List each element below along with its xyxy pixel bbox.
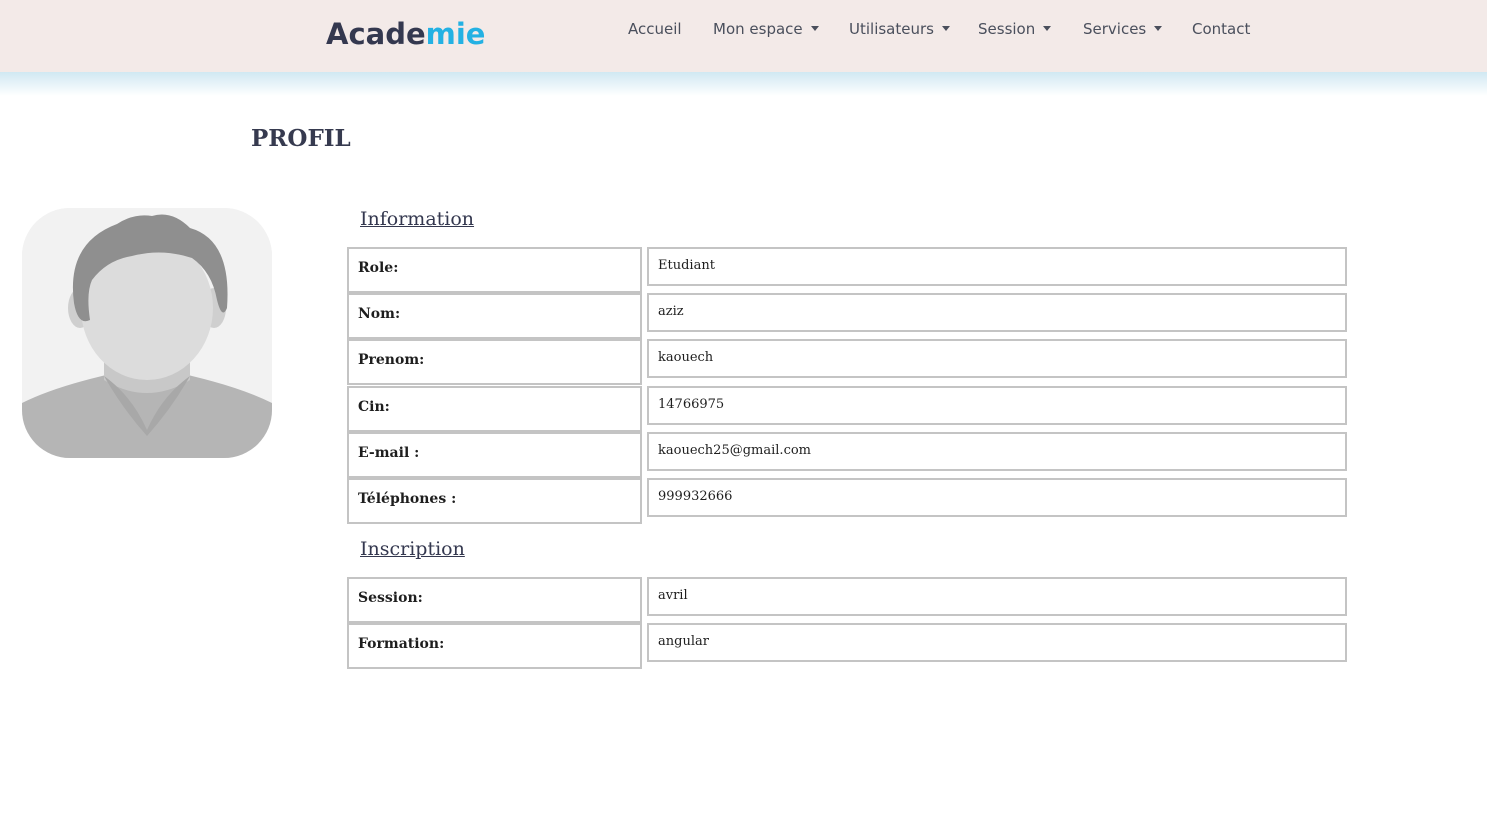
nav-item-utilisateurs[interactable]: Utilisateurs bbox=[849, 18, 950, 40]
nav-item-label: Accueil bbox=[628, 20, 682, 38]
role-label: Role: bbox=[347, 247, 642, 293]
role-value: Etudiant bbox=[647, 247, 1347, 286]
telephones-value: 999932666 bbox=[647, 478, 1347, 517]
navbar-shadow bbox=[0, 72, 1487, 96]
nav-item-accueil[interactable]: Accueil bbox=[628, 18, 682, 40]
nom-label: Nom: bbox=[347, 293, 642, 339]
page-title: PROFIL bbox=[251, 125, 351, 152]
nav-item-label: Contact bbox=[1192, 20, 1251, 38]
caret-down-icon bbox=[1043, 26, 1052, 31]
inscription-heading: Inscription bbox=[360, 538, 465, 560]
cin-label: Cin: bbox=[347, 386, 642, 432]
default-user-avatar-icon bbox=[22, 208, 272, 458]
formation-label: Formation: bbox=[347, 623, 642, 669]
nav-item-mon-espace[interactable]: Mon espace bbox=[713, 18, 819, 40]
brand-name-part2: mie bbox=[425, 17, 486, 51]
session-label: Session: bbox=[347, 577, 642, 623]
prenom-value: kaouech bbox=[647, 339, 1347, 378]
nav-item-label: Session bbox=[978, 20, 1036, 38]
nav-item-session[interactable]: Session bbox=[978, 18, 1052, 40]
nav-item-contact[interactable]: Contact bbox=[1192, 18, 1250, 40]
brand-name-part1: Acade bbox=[326, 17, 426, 51]
prenom-label: Prenom: bbox=[347, 339, 642, 385]
nav-item-label: Mon espace bbox=[713, 20, 803, 38]
caret-down-icon bbox=[810, 26, 819, 31]
formation-value: angular bbox=[647, 623, 1347, 662]
navbar: Academie Accueil Mon espace Utilisateurs… bbox=[0, 0, 1487, 72]
caret-down-icon bbox=[941, 26, 950, 31]
information-heading: Information bbox=[360, 208, 475, 230]
nom-value: aziz bbox=[647, 293, 1347, 332]
nav-item-services[interactable]: Services bbox=[1083, 18, 1163, 40]
brand-logo[interactable]: Academie bbox=[326, 14, 485, 54]
session-value: avril bbox=[647, 577, 1347, 616]
email-value: kaouech25@gmail.com bbox=[647, 432, 1347, 471]
caret-down-icon bbox=[1154, 26, 1163, 31]
nav-item-label: Services bbox=[1083, 20, 1147, 38]
email-label: E-mail : bbox=[347, 432, 642, 478]
telephones-label: Téléphones : bbox=[347, 478, 642, 524]
cin-value: 14766975 bbox=[647, 386, 1347, 425]
nav-item-label: Utilisateurs bbox=[849, 20, 934, 38]
avatar bbox=[22, 208, 272, 458]
